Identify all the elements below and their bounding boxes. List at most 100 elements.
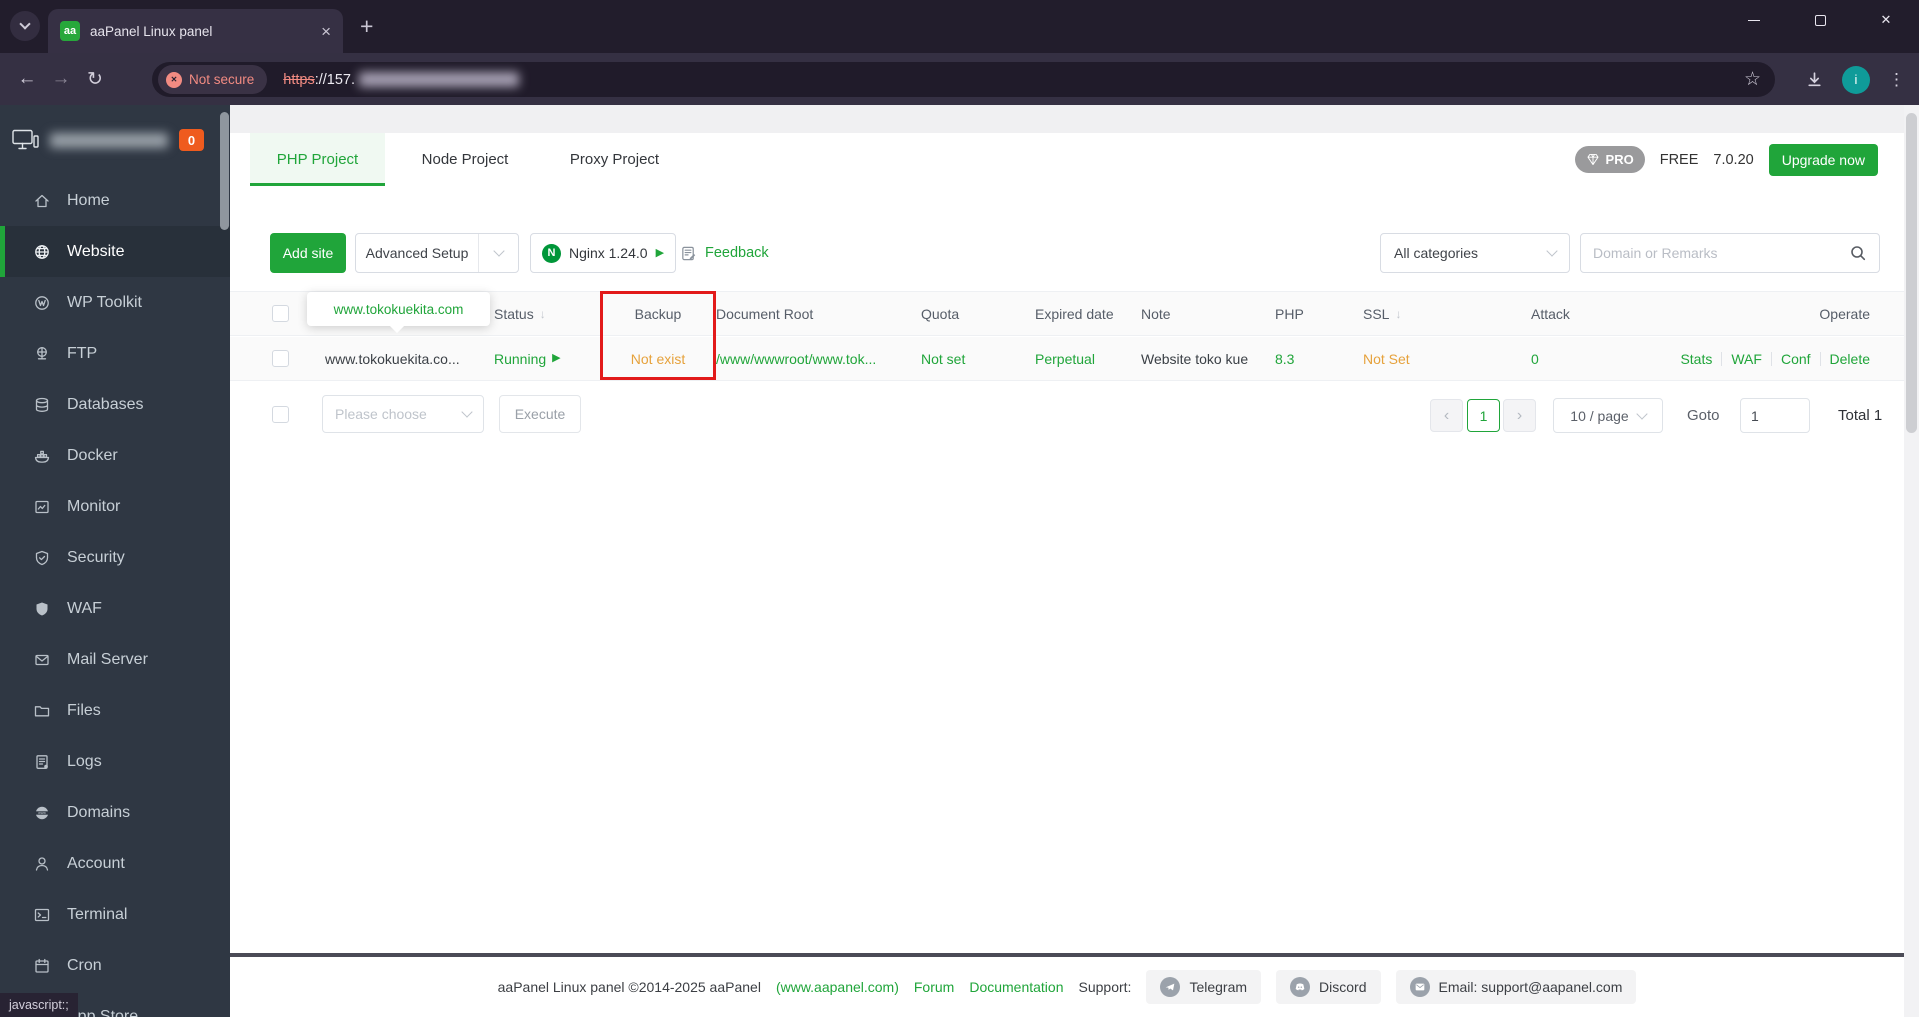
col-backup[interactable]: Backup [602, 292, 714, 335]
backup-status[interactable]: Not exist [602, 337, 714, 380]
email-support-button[interactable]: Email: support@aapanel.com [1395, 970, 1637, 1004]
bulk-action-select[interactable]: Please choose [322, 395, 484, 433]
advanced-setup-dropdown[interactable] [478, 234, 518, 272]
sidebar-item-logs[interactable]: Logs [0, 736, 230, 787]
new-tab-button[interactable] [360, 13, 373, 39]
col-ssl[interactable]: SSL [1363, 292, 1401, 335]
upgrade-now-button[interactable]: Upgrade now [1768, 143, 1878, 176]
prev-page-button[interactable] [1430, 399, 1463, 432]
message-count-badge[interactable]: 0 [179, 129, 204, 151]
url-host: ://157. [314, 71, 356, 88]
back-icon[interactable] [10, 68, 44, 90]
reload-icon[interactable] [78, 68, 112, 91]
stats-link[interactable]: Stats [1680, 351, 1712, 367]
feedback-label: Feedback [705, 245, 769, 261]
sidebar-scrollbar-thumb[interactable] [220, 112, 229, 230]
sidebar-item-files[interactable]: Files [0, 685, 230, 736]
advanced-setup-button[interactable]: Advanced Setup [355, 233, 519, 273]
sidebar-item-waf[interactable]: WAF [0, 583, 230, 634]
forward-icon[interactable] [44, 68, 78, 90]
col-status[interactable]: Status [494, 292, 546, 335]
page-scrollbar[interactable] [1904, 105, 1919, 1017]
waf-link[interactable]: WAF [1731, 351, 1762, 367]
aapanel-favicon: aa [60, 21, 80, 41]
maximize-button[interactable] [1787, 0, 1853, 40]
plan-tier: FREE [1659, 151, 1699, 168]
sidebar-item-docker[interactable]: Docker [0, 430, 230, 481]
tab-php-project[interactable]: PHP Project [250, 133, 385, 186]
bookmark-star-icon[interactable] [1744, 68, 1761, 91]
ssl-status[interactable]: Not Set [1363, 337, 1410, 380]
domain-tooltip: www.tokokuekita.com [307, 292, 490, 326]
sidebar-item-home[interactable]: Home [0, 175, 230, 226]
categories-select[interactable]: All categories [1380, 233, 1570, 273]
envelope-icon [35, 654, 49, 665]
pro-badge[interactable]: PRO [1574, 146, 1645, 173]
sidebar: 0 Home Website WP Toolkit FTP Databases … [0, 105, 230, 1017]
expired-date-value[interactable]: Perpetual [1035, 337, 1095, 380]
close-button[interactable] [1853, 0, 1919, 40]
execute-button[interactable]: Execute [499, 395, 581, 433]
browser-tab[interactable]: aa aaPanel Linux panel [48, 9, 343, 53]
telegram-button[interactable]: Telegram [1146, 970, 1262, 1004]
footer: aaPanel Linux panel ©2014-2025 aaPanel (… [230, 957, 1904, 1017]
sidebar-item-label: Website [67, 242, 125, 260]
server-header[interactable]: 0 [0, 105, 230, 175]
email-label: Email: support@aapanel.com [1438, 979, 1623, 995]
browser-menu-icon[interactable] [1888, 70, 1905, 90]
sidebar-item-terminal[interactable]: Terminal [0, 889, 230, 940]
chevron-down-icon [492, 245, 505, 257]
delete-link[interactable]: Delete [1830, 351, 1870, 367]
bulk-checkbox[interactable] [272, 406, 289, 423]
sidebar-item-ftp[interactable]: FTP [0, 328, 230, 379]
current-page-button[interactable]: 1 [1467, 399, 1500, 432]
quota-value[interactable]: Not set [921, 337, 965, 380]
page-size-select[interactable]: 10 / page [1553, 398, 1663, 433]
feedback-link[interactable]: Feedback [680, 233, 769, 273]
site-status[interactable]: Running [494, 337, 561, 380]
bulk-action-placeholder: Please choose [335, 406, 427, 422]
address-bar[interactable]: Not secure https://157. [152, 62, 1775, 97]
col-operate: Operate [1819, 305, 1870, 322]
sidebar-item-wp-toolkit[interactable]: WP Toolkit [0, 277, 230, 328]
col-expired-date: Expired date [1035, 305, 1114, 322]
sidebar-item-cron[interactable]: Cron [0, 940, 230, 991]
sidebar-item-website[interactable]: Website [0, 226, 230, 277]
search-icon[interactable] [1849, 244, 1867, 262]
select-all-checkbox[interactable] [272, 305, 289, 322]
minimize-button[interactable] [1721, 0, 1787, 40]
profile-avatar[interactable]: i [1842, 65, 1870, 94]
aapanel-site-link[interactable]: (www.aapanel.com) [776, 979, 899, 995]
site-domain-link[interactable]: www.tokokuekita.co... [325, 337, 460, 380]
not-secure-label: Not secure [189, 72, 255, 87]
php-version[interactable]: 8.3 [1275, 337, 1294, 380]
row-checkbox[interactable] [272, 350, 289, 367]
sidebar-item-databases[interactable]: Databases [0, 379, 230, 430]
note-value[interactable]: Website toko kue [1141, 337, 1249, 380]
page-scrollbar-thumb[interactable] [1906, 113, 1917, 433]
download-icon[interactable] [1805, 70, 1824, 89]
forum-link[interactable]: Forum [914, 979, 954, 995]
conf-link[interactable]: Conf [1781, 351, 1811, 367]
tab-close-icon[interactable] [321, 23, 331, 40]
webserver-button[interactable]: N Nginx 1.24.0 [530, 233, 676, 273]
select-all-cell [272, 292, 289, 335]
content-top-band [230, 105, 1919, 133]
goto-page-input[interactable] [1740, 398, 1810, 433]
add-site-button[interactable]: Add site [270, 233, 346, 273]
document-root-link[interactable]: /www/wwwroot/www.tok... [716, 337, 876, 380]
next-page-button[interactable] [1503, 399, 1536, 432]
sidebar-item-mail-server[interactable]: Mail Server [0, 634, 230, 685]
search-input[interactable] [1593, 245, 1849, 261]
attack-count[interactable]: 0 [1531, 337, 1539, 380]
tab-search-button[interactable] [10, 11, 40, 41]
tab-proxy-project[interactable]: Proxy Project [542, 133, 687, 186]
discord-button[interactable]: Discord [1276, 970, 1381, 1004]
tab-node-project[interactable]: Node Project [400, 133, 530, 186]
not-secure-badge[interactable]: Not secure [158, 65, 268, 94]
sidebar-item-security[interactable]: Security [0, 532, 230, 583]
documentation-link[interactable]: Documentation [969, 979, 1063, 995]
sidebar-item-domains[interactable]: www Domains [0, 787, 230, 838]
sidebar-item-account[interactable]: Account [0, 838, 230, 889]
sidebar-item-monitor[interactable]: Monitor [0, 481, 230, 532]
